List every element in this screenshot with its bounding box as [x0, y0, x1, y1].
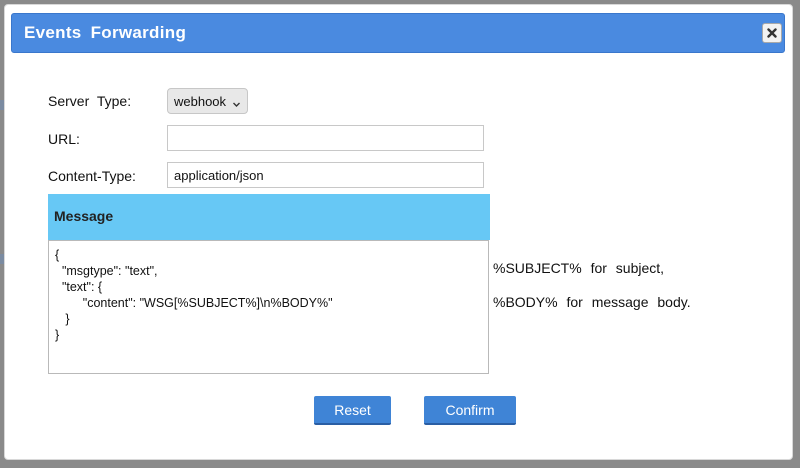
close-button[interactable] — [762, 23, 782, 43]
message-header-label: Message — [54, 208, 114, 224]
server-type-label: Server Type: — [48, 93, 132, 109]
message-section-header: Message — [48, 194, 490, 240]
dialog-titlebar: Events Forwarding — [11, 13, 785, 53]
reset-button[interactable]: Reset — [314, 396, 391, 425]
subject-hint: %SUBJECT% for subject, — [493, 260, 665, 276]
chevron-down-icon — [232, 97, 241, 112]
message-body-textarea[interactable]: { "msgtype": "text", "text": { "content"… — [48, 240, 489, 374]
url-label: URL: — [48, 131, 80, 147]
server-type-value: webhook — [174, 93, 227, 109]
content-type-label: Content-Type: — [48, 168, 136, 184]
dialog-title: Events Forwarding — [24, 23, 187, 42]
close-icon — [767, 28, 777, 38]
server-type-select[interactable]: webhook — [167, 88, 248, 114]
url-input[interactable] — [167, 125, 484, 151]
confirm-button[interactable]: Confirm — [424, 396, 516, 425]
body-hint: %BODY% for message body. — [493, 294, 691, 310]
content-type-input[interactable] — [167, 162, 484, 188]
events-forwarding-dialog: Events Forwarding Server Type: webhook U… — [4, 4, 793, 460]
